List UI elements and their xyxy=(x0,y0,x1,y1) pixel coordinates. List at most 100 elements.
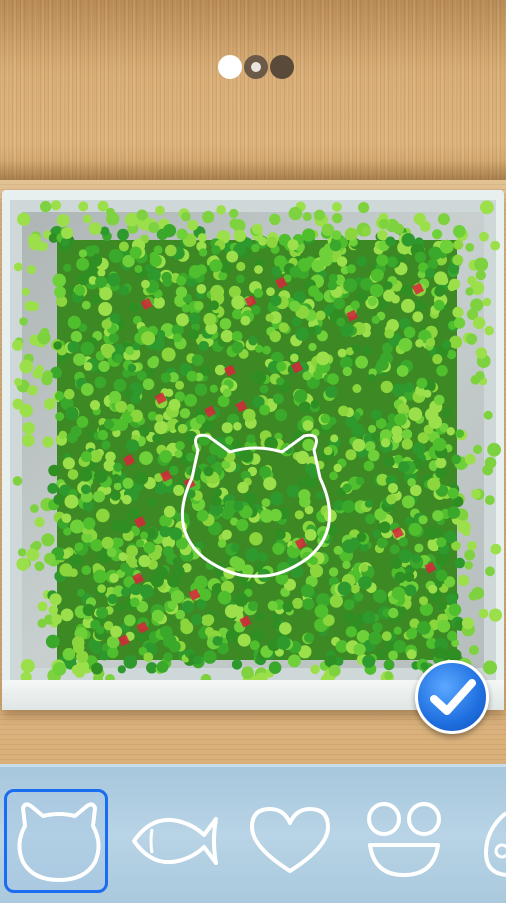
grass-blade xyxy=(289,266,302,278)
grass-blade xyxy=(279,622,292,635)
grass-blade xyxy=(360,563,369,572)
grass-blade xyxy=(428,584,438,594)
grass-blade xyxy=(19,317,28,326)
grass-blade xyxy=(136,370,147,381)
grass-blade xyxy=(364,499,373,508)
grass-blade xyxy=(152,296,165,309)
grass-blade xyxy=(287,239,299,251)
grass-blade xyxy=(302,598,315,611)
grass-blade xyxy=(391,586,406,600)
grass-blade xyxy=(129,582,142,596)
progress-dot-done xyxy=(218,55,242,79)
grass-blade xyxy=(397,253,406,263)
shape-option-cat-head[interactable] xyxy=(4,789,108,893)
grass-blade xyxy=(79,468,93,482)
grass-blade xyxy=(432,510,444,522)
grass-blade xyxy=(352,344,361,353)
grass-blade xyxy=(269,213,281,225)
grass-blade xyxy=(136,209,148,221)
grass-blade xyxy=(452,306,464,318)
grass-blade xyxy=(487,442,501,457)
grass-blade xyxy=(446,593,457,605)
grass-blade xyxy=(109,573,119,583)
grass-blade xyxy=(95,276,108,288)
grass-blade xyxy=(351,423,365,438)
grass-blade xyxy=(377,229,388,241)
grass-blade xyxy=(69,554,84,568)
confirm-button[interactable] xyxy=(415,660,489,734)
grass-blade xyxy=(113,482,122,491)
shape-option-partial[interactable] xyxy=(468,789,506,893)
grass-blade xyxy=(155,205,165,216)
grass-blade xyxy=(98,360,110,373)
grass-blade xyxy=(259,404,270,416)
grass-blade xyxy=(412,442,426,456)
shape-option-smiley-face[interactable] xyxy=(352,789,456,893)
grass-blade xyxy=(78,201,89,212)
grass-blade xyxy=(485,566,495,577)
grass-blade xyxy=(194,383,208,396)
grass-blade xyxy=(58,430,67,439)
grass-blade xyxy=(203,650,217,664)
grass-blade xyxy=(433,394,445,406)
grass-blade xyxy=(16,557,30,571)
grass-blade xyxy=(156,330,166,339)
grass-blade xyxy=(139,426,150,437)
grass-blade xyxy=(332,202,342,212)
grass-blade xyxy=(313,209,326,221)
grass-blade xyxy=(358,202,370,214)
grass-blade xyxy=(388,607,399,619)
grass-blade xyxy=(55,412,65,421)
grass-blade xyxy=(163,652,173,662)
grass-blade xyxy=(65,406,79,421)
grass-blade xyxy=(254,265,263,274)
grass-blade xyxy=(81,300,91,310)
grass-blade xyxy=(236,261,246,272)
grass-blade xyxy=(53,341,62,350)
grass-blade xyxy=(298,401,311,413)
grass-blade xyxy=(220,329,234,343)
grass-blade xyxy=(437,213,450,226)
grass-blade xyxy=(453,239,464,250)
grass-blade xyxy=(14,378,23,387)
grass-blade xyxy=(265,313,274,322)
grass-blade xyxy=(140,531,149,540)
grass-blade xyxy=(186,370,198,382)
grass-blade xyxy=(464,549,475,561)
grass-blade xyxy=(369,283,384,298)
grass-blade xyxy=(350,300,360,310)
grass-blade xyxy=(404,584,417,597)
grass-blade xyxy=(90,539,103,552)
grass-blade xyxy=(39,241,48,251)
grass-blade xyxy=(74,542,84,552)
grass-blade xyxy=(247,600,259,612)
grass-blade xyxy=(48,605,58,615)
grass-blade xyxy=(37,601,48,612)
grass-blade xyxy=(67,315,81,329)
grass-blade xyxy=(129,246,142,259)
grass-blade xyxy=(406,649,417,660)
grass-blade xyxy=(77,272,90,286)
grass-blade xyxy=(408,407,423,421)
grass-blade xyxy=(93,569,107,584)
grass-blade xyxy=(106,635,120,649)
grass-blade xyxy=(327,373,339,385)
grass-blade xyxy=(89,400,101,411)
grass-blade xyxy=(383,456,395,468)
grass-blade xyxy=(110,490,121,501)
grass-blade xyxy=(141,279,150,289)
grass-blade xyxy=(467,541,477,551)
grass-blade xyxy=(282,601,294,613)
grass-blade xyxy=(398,337,413,352)
grass-blade xyxy=(447,506,461,519)
grass-blade xyxy=(154,482,167,495)
shape-option-fish[interactable] xyxy=(122,789,226,893)
grass-blade xyxy=(82,214,92,224)
shape-option-heart[interactable] xyxy=(238,789,342,893)
grass-blade xyxy=(81,565,92,575)
grass-blade xyxy=(355,290,369,303)
grass-blade xyxy=(267,600,278,611)
grass-blade xyxy=(176,313,189,327)
grass-blade xyxy=(181,600,195,613)
grass-blade xyxy=(259,384,269,394)
